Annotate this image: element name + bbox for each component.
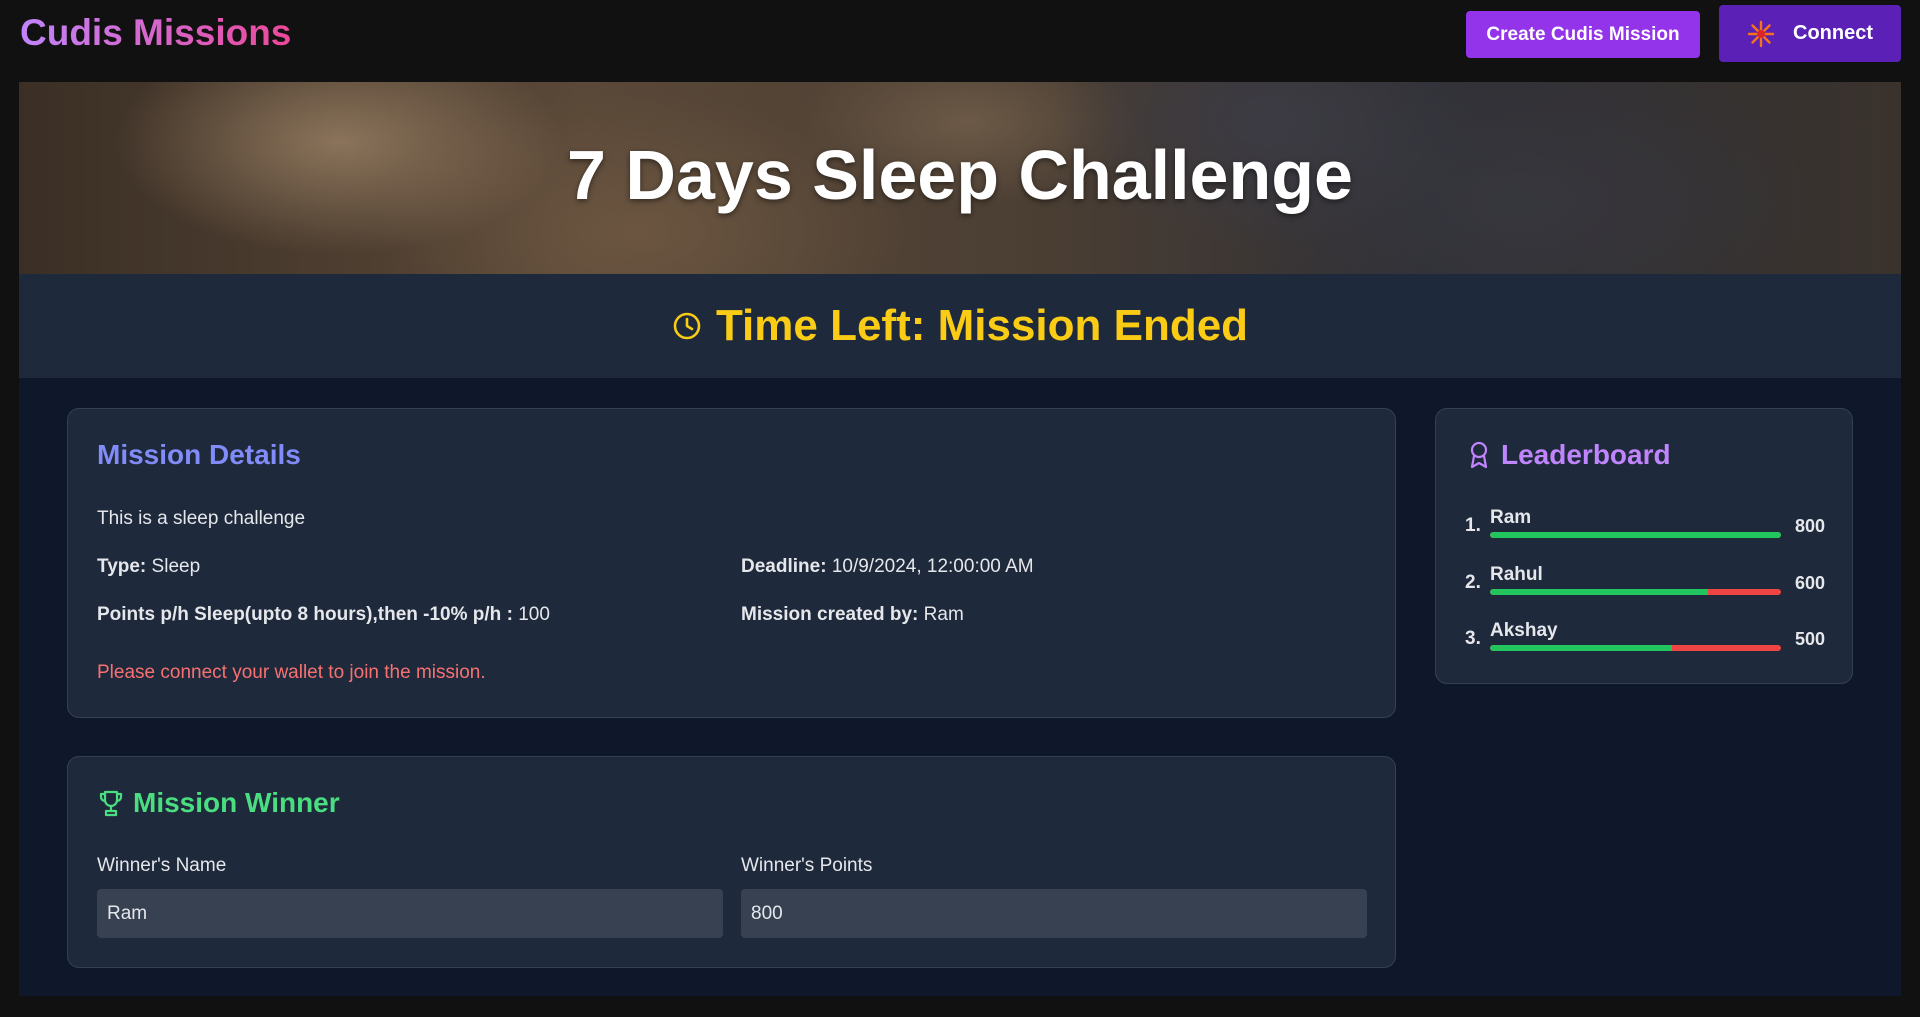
leaderboard-row: 3. Akshay 500 [1465, 620, 1825, 660]
creator-value: Ram [923, 604, 964, 625]
mission-hero-banner: 7 Days Sleep Challenge [19, 82, 1901, 274]
leaderboard-rank: 3. [1465, 628, 1481, 649]
leaderboard-progress-fill [1490, 532, 1781, 538]
winner-name-label: Winner's Name [97, 855, 227, 876]
mission-page: 7 Days Sleep Challenge Time Left: Missio… [19, 82, 1901, 996]
leaderboard-row: 2. Rahul 600 [1465, 564, 1825, 604]
time-left-bar: Time Left: Mission Ended [19, 274, 1901, 378]
leaderboard-heading: Leaderboard [1465, 439, 1671, 471]
deadline-label: Deadline: [741, 556, 827, 577]
mission-creator: Mission created by: Ram [741, 604, 964, 626]
mission-winner-title: Mission Winner [133, 787, 340, 818]
leaderboard-row: 1. Ram 800 [1465, 507, 1825, 547]
leaderboard-name: Ram [1490, 507, 1532, 528]
leaderboard-rank: 2. [1465, 572, 1481, 593]
points-label: Points p/h Sleep(upto 8 hours),then -10%… [97, 604, 513, 625]
leaderboard-name: Rahul [1490, 564, 1543, 585]
wallet-warning: Please connect your wallet to join the m… [97, 662, 486, 683]
winner-name-field[interactable] [97, 889, 723, 938]
mission-details-card: Mission Details This is a sleep challeng… [67, 408, 1396, 718]
mission-type: Type: Sleep [97, 556, 200, 578]
mission-deadline: Deadline: 10/9/2024, 12:00:00 AM [741, 556, 1034, 578]
leaderboard-progress-fill [1490, 589, 1709, 595]
mission-title: 7 Days Sleep Challenge [567, 136, 1353, 214]
leaderboard-progress-bar [1490, 645, 1781, 651]
top-navbar: Cudis Missions Create Cudis Mission Conn… [0, 0, 1920, 82]
type-label: Type: [97, 556, 147, 577]
sparkle-icon [1747, 20, 1775, 47]
leaderboard-card: Leaderboard 1. Ram 800 2. Rahul 600 3. A… [1435, 408, 1853, 684]
trophy-icon [99, 790, 123, 817]
winner-points-field[interactable] [741, 889, 1367, 938]
mission-winner-heading: Mission Winner [97, 787, 340, 819]
mission-winner-card: Mission Winner Winner's Name Winner's Po… [67, 756, 1396, 968]
award-ribbon-icon [1470, 441, 1488, 469]
mission-description: This is a sleep challenge [97, 508, 306, 529]
leaderboard-score: 500 [1794, 629, 1825, 649]
type-value: Sleep [151, 556, 201, 577]
leaderboard-progress-bar [1490, 532, 1781, 538]
deadline-value: 10/9/2024, 12:00:00 AM [831, 556, 1034, 577]
winner-points-label: Winner's Points [741, 855, 873, 876]
points-value: 100 [518, 604, 550, 625]
time-left-text: Time Left: Mission Ended [715, 301, 1249, 350]
leaderboard-progress-bar [1490, 589, 1781, 595]
clock-icon [673, 312, 701, 340]
leaderboard-name: Akshay [1490, 620, 1558, 641]
creator-label: Mission created by: [741, 604, 919, 625]
leaderboard-progress-fill [1490, 645, 1672, 651]
brand-title[interactable]: Cudis Missions [20, 12, 291, 54]
connect-label: Connect [1793, 22, 1873, 44]
leaderboard-score: 800 [1794, 516, 1825, 536]
connect-wallet-button[interactable]: Connect [1719, 5, 1901, 62]
mission-points-rule: Points p/h Sleep(upto 8 hours),then -10%… [97, 604, 550, 626]
leaderboard-rank: 1. [1465, 515, 1481, 536]
create-mission-button[interactable]: Create Cudis Mission [1466, 11, 1700, 58]
mission-details-heading: Mission Details [97, 439, 301, 470]
leaderboard-score: 600 [1794, 573, 1825, 593]
leaderboard-title: Leaderboard [1501, 439, 1671, 470]
